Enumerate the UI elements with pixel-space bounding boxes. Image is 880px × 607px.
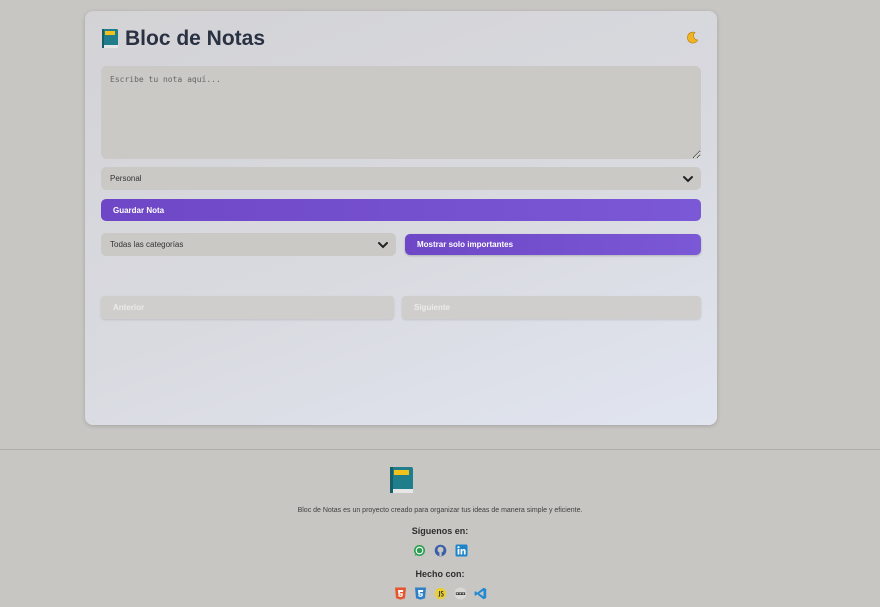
title-wrap: Bloc de Notas bbox=[101, 27, 265, 51]
note-textarea[interactable] bbox=[101, 66, 701, 159]
page-title: Bloc de Notas bbox=[125, 27, 266, 50]
next-page-button[interactable]: Siguiente bbox=[402, 296, 701, 319]
notebook-logo-icon bbox=[389, 466, 414, 495]
footer: Bloc de Notas es un proyecto creado para… bbox=[0, 450, 880, 607]
javascript-icon bbox=[434, 587, 447, 600]
save-note-label: Guardar Nota bbox=[113, 205, 165, 215]
nodejs-icon bbox=[454, 587, 467, 600]
previous-page-button[interactable]: Anterior bbox=[101, 296, 394, 319]
moon-icon[interactable] bbox=[686, 31, 699, 47]
category-select[interactable]: Personal bbox=[101, 167, 701, 190]
category-select-value: Personal bbox=[110, 174, 142, 183]
linkedin-icon[interactable] bbox=[455, 544, 468, 557]
whatsapp-icon[interactable] bbox=[413, 544, 426, 557]
filter-category-select[interactable]: Todas las categorías bbox=[101, 233, 396, 256]
vscode-icon bbox=[474, 587, 487, 600]
html5-icon bbox=[394, 587, 407, 600]
tech-icons bbox=[0, 587, 880, 600]
github-icon[interactable] bbox=[434, 544, 447, 557]
follow-heading: Síguenos en: bbox=[411, 526, 469, 536]
previous-page-label: Anterior bbox=[113, 303, 145, 312]
notebook-icon bbox=[101, 28, 119, 50]
next-page-label: Siguiente bbox=[414, 303, 451, 312]
header: Bloc de Notas bbox=[101, 26, 699, 52]
save-note-button[interactable]: Guardar Nota bbox=[101, 199, 701, 221]
notes-card: Bloc de Notas Personal Guardar Nota Toda… bbox=[85, 11, 717, 425]
css3-icon bbox=[414, 587, 427, 600]
chevron-down-icon bbox=[683, 175, 693, 182]
show-important-button[interactable]: Mostrar solo importantes bbox=[405, 234, 701, 255]
chevron-down-icon bbox=[378, 241, 388, 248]
filter-category-value: Todas las categorías bbox=[110, 240, 184, 249]
show-important-label: Mostrar solo importantes bbox=[417, 240, 514, 249]
footer-description: Bloc de Notas es un proyecto creado para… bbox=[297, 507, 583, 514]
social-links bbox=[0, 544, 880, 557]
made-with-heading: Hecho con: bbox=[415, 569, 465, 579]
